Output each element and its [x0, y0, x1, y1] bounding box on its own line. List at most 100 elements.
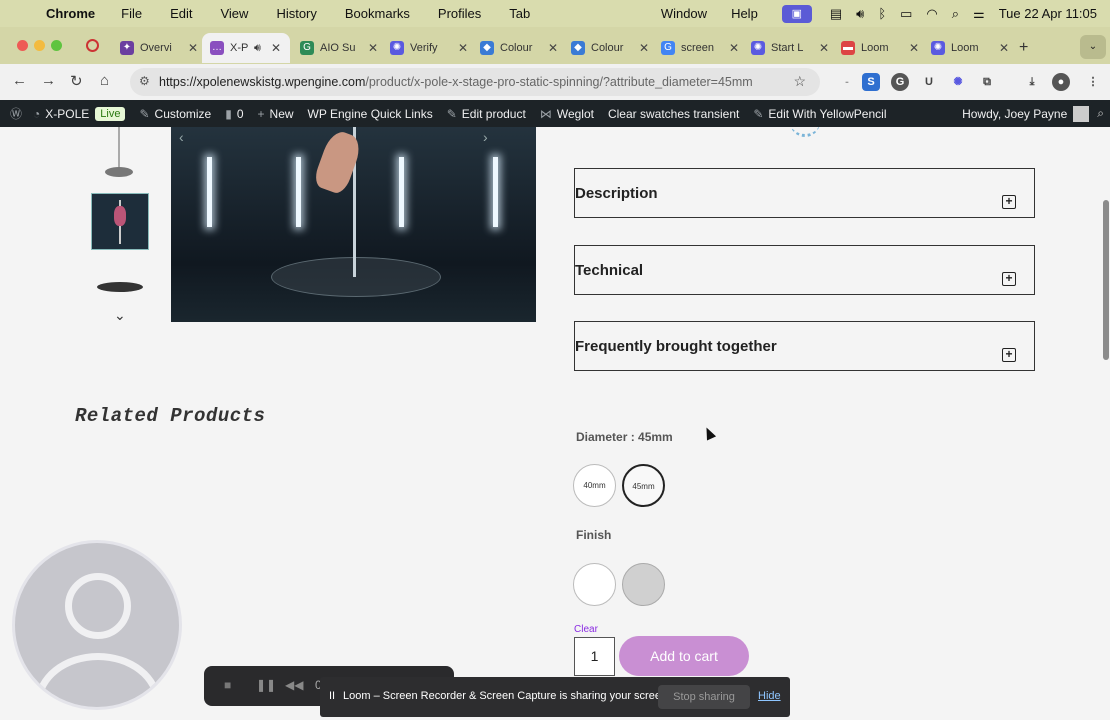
close-tab-icon[interactable]: ✕ — [368, 41, 378, 55]
menu-bookmarks[interactable]: Bookmarks — [345, 6, 410, 21]
diameter-option-45mm[interactable]: 45mm — [622, 464, 665, 507]
extension-loom-icon[interactable]: ✺ — [949, 73, 967, 91]
address-bar[interactable]: ⚙ https://xpolenewskistg.wpengine.com/pr… — [130, 68, 820, 96]
forward-arrow-icon[interactable]: → — [41, 72, 56, 89]
finish-swatch-silver[interactable] — [622, 563, 665, 606]
wordpress-logo-icon[interactable]: Ⓦ — [10, 105, 27, 122]
volume-icon[interactable]: 🔊︎ — [856, 6, 864, 22]
menu-profiles[interactable]: Profiles — [438, 6, 481, 21]
image-prev-chevron-icon[interactable]: ‹ — [179, 129, 184, 145]
tab-search-chevron-icon[interactable]: ⌄ — [1080, 35, 1106, 59]
menu-help[interactable]: Help — [731, 6, 758, 21]
close-tab-icon[interactable]: ✕ — [188, 41, 198, 55]
expand-plus-icon[interactable]: + — [1002, 272, 1016, 286]
diameter-option-40mm[interactable]: 40mm — [573, 464, 616, 507]
wp-howdy-user[interactable]: Howdy, Joey Payne — [962, 107, 1067, 121]
tab[interactable]: ◆ Colour ✕ — [563, 33, 651, 63]
close-tab-icon[interactable]: ✕ — [999, 41, 1009, 55]
wallet-icon[interactable]: ▤ — [830, 6, 842, 22]
accordion-frequently-brought-together[interactable]: Frequently brought together + — [574, 321, 1035, 371]
expand-plus-icon[interactable]: + — [1002, 195, 1016, 209]
wp-new-link[interactable]: + New — [258, 107, 294, 121]
back-arrow-icon[interactable]: ← — [12, 72, 27, 89]
search-icon[interactable]: ⌕ — [952, 6, 959, 22]
add-to-cart-button[interactable]: Add to cart — [619, 636, 749, 676]
close-tab-icon[interactable]: ✕ — [819, 41, 829, 55]
image-next-chevron-icon[interactable]: › — [483, 129, 488, 145]
extension-grammarly-icon[interactable]: G — [891, 73, 909, 91]
pinned-tab-icon[interactable] — [86, 39, 99, 52]
wifi-icon[interactable]: ◠ — [926, 6, 937, 22]
stop-sharing-button[interactable]: Stop sharing — [658, 685, 750, 709]
speaker-icon[interactable]: 🔊︎ — [254, 42, 261, 55]
menu-edit[interactable]: Edit — [170, 6, 192, 21]
wp-customize-link[interactable]: ✎ Customize — [139, 107, 211, 121]
bluetooth-icon[interactable]: ᛒ — [878, 6, 886, 21]
hide-sharing-bar-link[interactable]: Hide — [758, 690, 781, 702]
wp-clear-swatches-link[interactable]: Clear swatches transient — [608, 107, 739, 121]
wp-search-icon[interactable]: ⌕ — [1097, 106, 1104, 121]
profile-avatar[interactable]: ● — [1052, 73, 1070, 91]
menu-tab[interactable]: Tab — [509, 6, 530, 21]
product-thumbnail-selected[interactable] — [91, 193, 149, 250]
menu-app-name[interactable]: Chrome — [46, 6, 95, 21]
tab[interactable]: Gscreen ✕ — [653, 33, 741, 63]
restart-recording-icon[interactable]: ◀◀ — [285, 678, 303, 692]
loom-camera-avatar[interactable] — [12, 540, 182, 710]
bookmark-star-icon[interactable]: ☆ — [793, 73, 806, 90]
accordion-technical[interactable]: Technical + — [574, 245, 1035, 295]
menu-window[interactable]: Window — [661, 6, 707, 21]
clear-selection-link[interactable]: Clear — [574, 624, 598, 635]
close-tab-icon[interactable]: ✕ — [639, 41, 649, 55]
pause-recording-icon[interactable]: ❚❚ — [256, 678, 276, 692]
menu-clock[interactable]: Tue 22 Apr 11:05 — [999, 6, 1097, 21]
close-tab-icon[interactable]: ✕ — [458, 41, 468, 55]
tab-active[interactable]: … X-P 🔊︎ ✕ — [202, 33, 290, 63]
stop-recording-icon[interactable]: ■ — [224, 678, 231, 692]
tab[interactable]: ◆ Colour ✕ — [472, 33, 560, 63]
extensions-puzzle-icon[interactable]: ⧉ — [978, 73, 996, 91]
url-text[interactable]: https://xpolenewskistg.wpengine.com/prod… — [159, 75, 753, 89]
quantity-input[interactable]: 1 — [574, 637, 615, 676]
close-window-icon[interactable] — [17, 40, 28, 51]
maximize-window-icon[interactable] — [51, 40, 62, 51]
close-tab-icon[interactable]: ✕ — [271, 41, 281, 55]
tab[interactable]: G AIO Su ✕ — [292, 33, 380, 63]
wp-site-link[interactable]: ◔ X-POLE Live — [33, 106, 126, 121]
page-scrollbar-thumb[interactable] — [1103, 200, 1109, 360]
extension-dash-icon[interactable]: - — [838, 73, 856, 91]
new-tab-button[interactable]: + — [1019, 39, 1028, 57]
product-main-image[interactable]: ‹ › — [171, 127, 536, 322]
battery-icon[interactable]: ▭ — [900, 6, 912, 22]
finish-swatch-white[interactable] — [573, 563, 616, 606]
minimize-window-icon[interactable] — [34, 40, 45, 51]
thumbnails-down-chevron-icon[interactable]: ⌄ — [114, 307, 126, 324]
tab[interactable]: ▬ Loom ✕ — [833, 33, 921, 63]
accordion-description[interactable]: Description + — [574, 168, 1035, 218]
expand-plus-icon[interactable]: + — [1002, 348, 1016, 362]
close-tab-icon[interactable]: ✕ — [548, 41, 558, 55]
wp-user-avatar[interactable] — [1073, 105, 1090, 122]
wp-engine-quick-links[interactable]: WP Engine Quick Links — [308, 107, 433, 121]
product-thumbnail[interactable] — [91, 127, 149, 189]
wp-yellowpencil-link[interactable]: ✎ Edit With YellowPencil — [753, 107, 886, 121]
close-tab-icon[interactable]: ✕ — [909, 41, 919, 55]
wp-edit-product-link[interactable]: ✎ Edit product — [447, 107, 526, 121]
menu-file[interactable]: File — [121, 6, 142, 21]
tab[interactable]: ✺ Verify ✕ — [382, 33, 470, 63]
tab[interactable]: ✦ Overvi ✕ — [112, 33, 200, 63]
download-icon[interactable]: ⤓ — [1023, 73, 1041, 91]
tab[interactable]: ✺ Start L ✕ — [743, 33, 831, 63]
menu-history[interactable]: History — [276, 6, 316, 21]
chrome-menu-icon[interactable]: ⋮ — [1084, 73, 1102, 91]
home-icon[interactable]: ⌂ — [100, 72, 109, 89]
tab[interactable]: ✺ Loom ✕ — [923, 33, 1011, 63]
control-center-icon[interactable]: ⚌ — [973, 6, 985, 22]
wp-comments-link[interactable]: ▮ 0 — [225, 107, 243, 121]
screen-record-icon[interactable]: ▣ — [781, 4, 812, 23]
site-info-icon[interactable]: ⚙ — [139, 74, 150, 88]
extension-s-icon[interactable]: S — [862, 73, 880, 91]
extension-u-icon[interactable]: U — [920, 73, 938, 91]
reload-icon[interactable]: ↻ — [70, 72, 83, 90]
menu-view[interactable]: View — [220, 6, 248, 21]
